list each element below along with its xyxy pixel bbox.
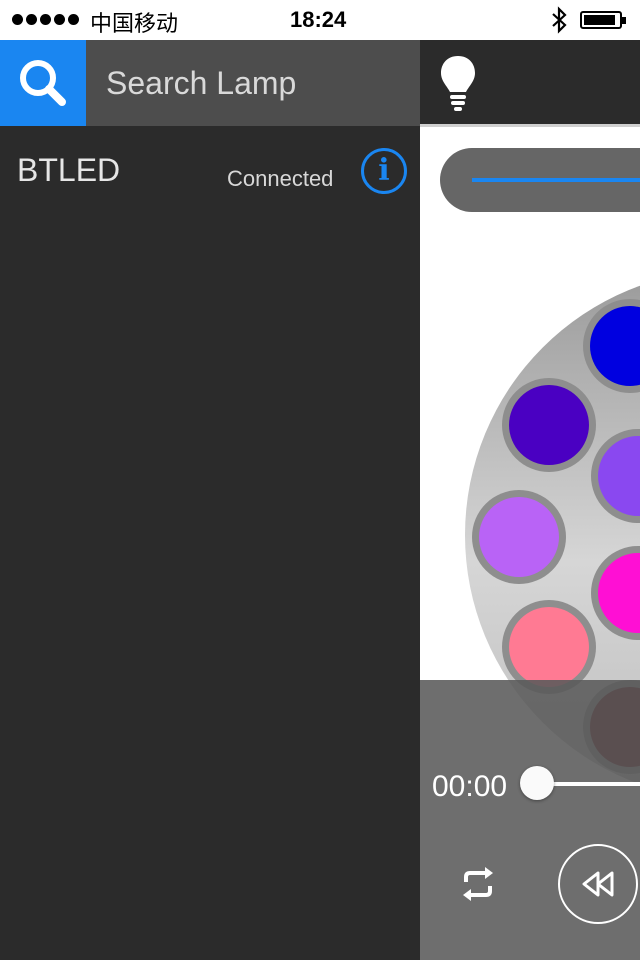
status-time: 18:24 (290, 7, 347, 32)
progress-thumb[interactable] (520, 766, 554, 800)
sidebar: Search Lamp BTLED Connected i (0, 40, 420, 960)
color-swatch-indigo[interactable] (509, 385, 589, 465)
device-name: BTLED (17, 152, 121, 188)
main-panel: 00:00 (420, 40, 640, 960)
color-swatch-lavender[interactable] (479, 497, 559, 577)
connection-status: Connected (227, 166, 334, 191)
search-input[interactable]: Search Lamp (86, 40, 420, 126)
battery-icon (580, 11, 626, 29)
status-bar: 中国移动 18:24 (0, 0, 640, 40)
info-icon[interactable]: i (361, 148, 407, 194)
search-button[interactable] (0, 40, 86, 126)
search-icon (20, 60, 66, 106)
color-swatch-pink[interactable] (509, 607, 589, 687)
rewind-button[interactable] (558, 844, 638, 924)
playback-time: 00:00 (432, 770, 508, 803)
rewind-icon (582, 871, 614, 897)
repeat-icon[interactable] (458, 866, 498, 902)
carrier-name: 中国移动 (90, 11, 179, 36)
bluetooth-icon (552, 6, 567, 34)
device-list-item[interactable]: BTLED Connected i (0, 126, 420, 216)
signal-strength-icon (12, 14, 79, 25)
player-controls: 00:00 (420, 680, 640, 960)
